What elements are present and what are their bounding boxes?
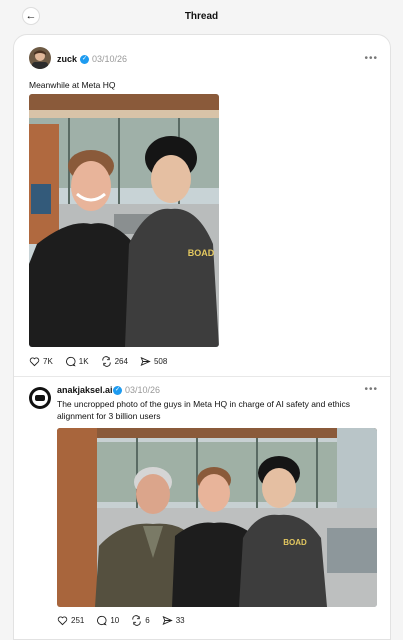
repost-button[interactable]: 264 bbox=[101, 356, 128, 367]
post-date: 03/10/26 bbox=[125, 385, 161, 395]
share-button[interactable]: 33 bbox=[162, 615, 185, 626]
avatar[interactable] bbox=[29, 387, 51, 409]
post-username[interactable]: anakjaksel.ai bbox=[57, 385, 113, 395]
send-icon bbox=[162, 615, 173, 626]
page-title: Thread bbox=[184, 10, 219, 22]
post-date: 03/10/26 bbox=[92, 54, 128, 64]
reply-button[interactable]: 10 bbox=[96, 615, 119, 626]
verified-badge-icon: ✓ bbox=[113, 386, 122, 395]
like-button[interactable]: 251 bbox=[57, 615, 84, 626]
verified-badge-icon: ✓ bbox=[80, 55, 89, 64]
share-count: 33 bbox=[175, 616, 185, 625]
comment-icon bbox=[97, 615, 108, 626]
more-options-icon[interactable]: ••• bbox=[364, 53, 378, 64]
post-photo[interactable]: BOAD bbox=[29, 94, 219, 347]
reply-count: 10 bbox=[110, 616, 120, 625]
repost-icon bbox=[101, 356, 111, 367]
post-text: Meanwhile at Meta HQ bbox=[29, 80, 116, 90]
post-photo[interactable]: BOAD bbox=[57, 428, 377, 607]
comment-icon bbox=[65, 356, 76, 367]
share-button[interactable]: 508 bbox=[140, 356, 167, 367]
post-username[interactable]: zuck bbox=[57, 54, 77, 64]
top-bar: ← Thread bbox=[0, 0, 403, 32]
repost-button[interactable]: 6 bbox=[131, 615, 150, 626]
hoodie-text: BOAD bbox=[188, 248, 215, 258]
heart-icon bbox=[57, 616, 68, 626]
like-count: 251 bbox=[71, 616, 85, 625]
share-count: 508 bbox=[153, 357, 168, 366]
more-options-icon[interactable]: ••• bbox=[364, 384, 378, 395]
post-actions: 251 10 6 33 bbox=[57, 615, 185, 626]
reply-count: 1K bbox=[78, 357, 89, 366]
post-item: zuck ✓ 03/10/26 ••• Meanwhile at Meta HQ bbox=[14, 35, 390, 377]
repost-count: 264 bbox=[114, 357, 128, 366]
hoodie-text: BOAD bbox=[283, 538, 307, 547]
repost-icon bbox=[132, 615, 141, 626]
back-button[interactable]: ← bbox=[22, 7, 40, 25]
like-button[interactable]: 7K bbox=[29, 356, 53, 367]
arrow-left-icon: ← bbox=[25, 10, 37, 22]
post-actions: 7K 1K 264 508 bbox=[29, 356, 167, 367]
heart-icon bbox=[29, 357, 40, 367]
like-count: 7K bbox=[43, 357, 53, 366]
post-text: The uncropped photo of the guys in Meta … bbox=[57, 399, 350, 421]
post-item: anakjaksel.ai ✓ 03/10/26 ••• The uncropp… bbox=[14, 377, 390, 639]
thread-card: zuck ✓ 03/10/26 ••• Meanwhile at Meta HQ bbox=[13, 34, 391, 640]
avatar[interactable] bbox=[29, 47, 51, 69]
send-icon bbox=[140, 356, 151, 367]
reply-button[interactable]: 1K bbox=[65, 356, 89, 367]
repost-count: 6 bbox=[145, 616, 150, 625]
